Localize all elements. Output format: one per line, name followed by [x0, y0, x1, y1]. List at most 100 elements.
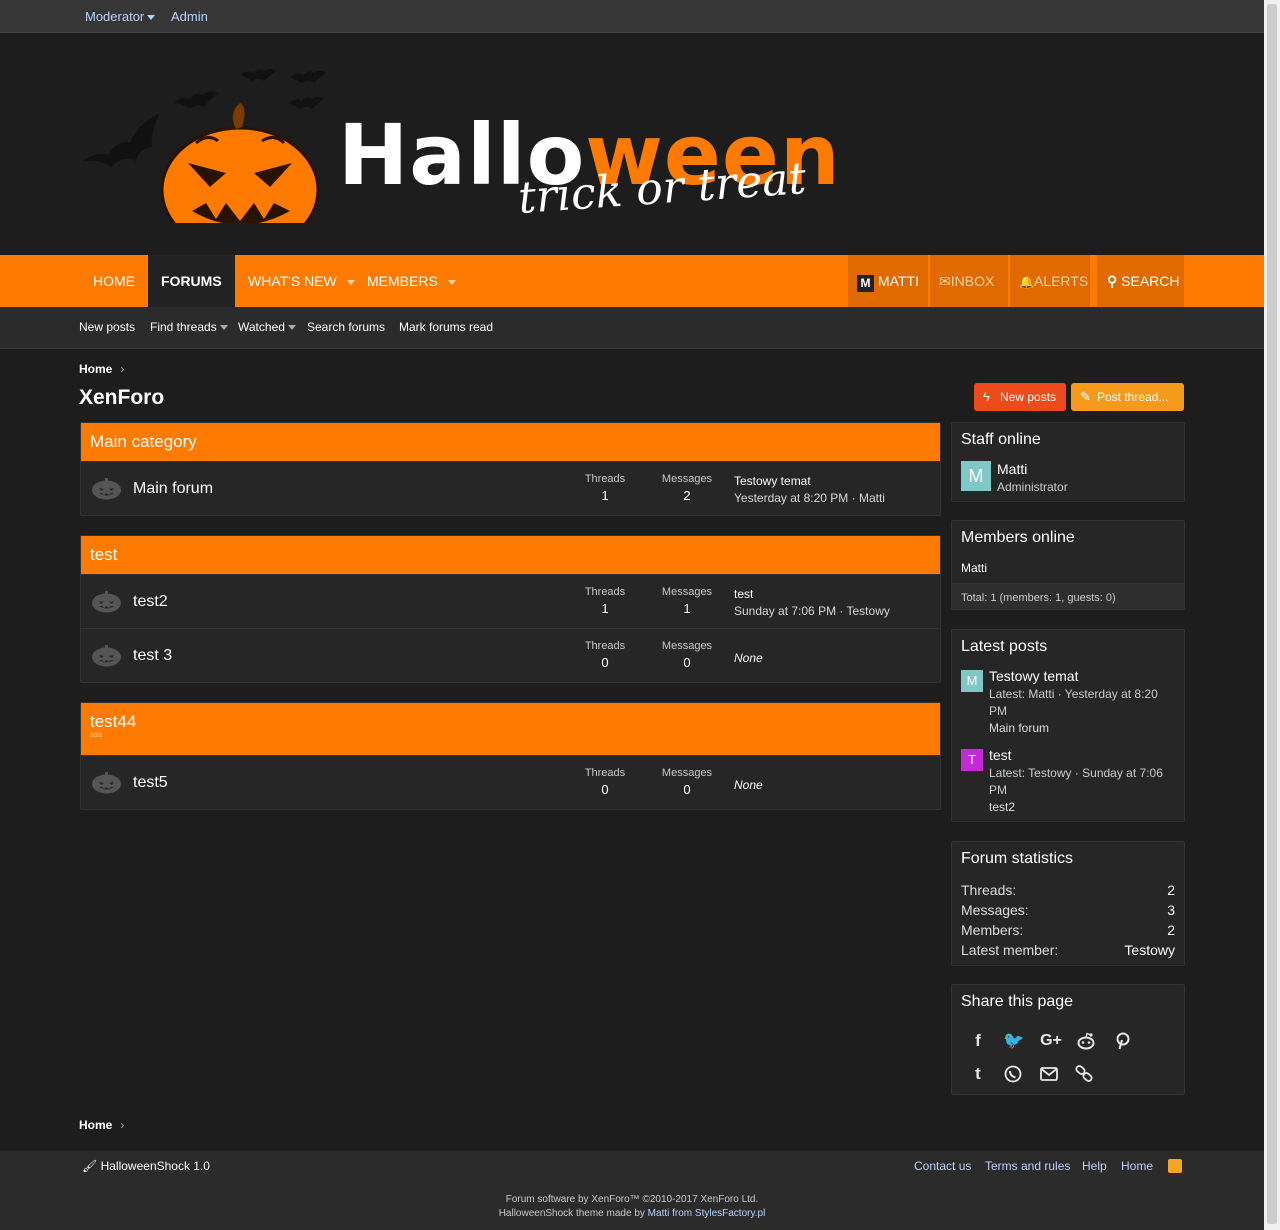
style-chooser[interactable]: 🖌 HalloweenShock 1.0 [82, 1159, 210, 1173]
forum-title[interactable]: test 3 [133, 647, 172, 665]
forum-node: test 3 Threads 0 Messages 0 None [81, 628, 940, 682]
messages-count: 1 [683, 601, 691, 616]
alerts-label: ALERTS [1033, 273, 1089, 289]
subnav-watched[interactable]: Watched [238, 320, 296, 334]
footer-help-link[interactable]: Help [1082, 1159, 1107, 1173]
widget-title: Latest posts [961, 638, 1048, 655]
stat-value: 2 [1167, 882, 1175, 898]
chevron-right-icon: › [120, 362, 125, 376]
scrollbar-thumb[interactable] [1267, 4, 1277, 1224]
theme-credit-text: HalloweenShock theme made by [498, 1208, 648, 1219]
last-post-title[interactable]: test [734, 587, 890, 601]
pumpkin-forum-icon [92, 645, 121, 667]
google-plus-icon[interactable]: G+ [1036, 1031, 1066, 1051]
main-nav: HOME FORUMS WHAT'S NEW MEMBERS M MATTI ✉I… [0, 255, 1264, 307]
subnav-mark-read[interactable]: Mark forums read [399, 320, 493, 334]
tumblr-icon[interactable]: t [968, 1064, 988, 1084]
widget-title: Share this page [961, 993, 1074, 1010]
breadcrumb-home[interactable]: Home [79, 1118, 112, 1132]
forum-title[interactable]: test5 [133, 774, 168, 792]
messages-label: Messages [661, 767, 713, 779]
new-posts-button[interactable]: ϟ New posts [974, 383, 1066, 411]
reddit-icon[interactable] [1076, 1031, 1096, 1051]
widget-title: Members online [961, 529, 1075, 546]
account-name: MATTI [878, 273, 919, 289]
widget-title: Forum statistics [961, 850, 1074, 867]
pumpkin-forum-icon [92, 478, 121, 500]
tab-home[interactable]: HOME [80, 255, 148, 307]
post-thread-button[interactable]: ✎ Post thread... [1071, 383, 1184, 411]
latest-member-link[interactable]: Testowy [1124, 942, 1175, 958]
admin-link[interactable]: Admin [171, 9, 208, 24]
tab-whats-new-label: WHAT'S NEW [248, 273, 337, 289]
subnav-new-posts[interactable]: New posts [79, 320, 135, 334]
widget-title: Staff online [961, 431, 1041, 448]
stat-row: Messages: 3 [952, 902, 1184, 922]
messages-stat: Messages 1 [652, 586, 722, 616]
facebook-icon[interactable]: f [968, 1031, 988, 1051]
footer-terms-link[interactable]: Terms and rules [985, 1159, 1070, 1173]
alerts-link[interactable]: 🔔ALERTS [1010, 255, 1090, 307]
category-title: Main category [90, 432, 197, 451]
chevron-down-icon [219, 325, 228, 331]
category-description: sss [90, 730, 102, 739]
site-logo[interactable]: Halloween trick or treat [78, 63, 840, 224]
avatar[interactable]: M [961, 670, 983, 692]
forum-title[interactable]: Main forum [133, 480, 213, 498]
threads-label: Threads [584, 473, 626, 485]
search-icon: ⚲ [1107, 273, 1118, 289]
footer-home-link[interactable]: Home [1121, 1159, 1153, 1173]
online-member[interactable]: Matti [961, 561, 987, 575]
staff-bar: Moderator Admin [0, 0, 1264, 33]
tab-forums[interactable]: FORUMS [148, 255, 235, 307]
stat-label: Messages: [961, 902, 1029, 918]
category-header[interactable]: Main category [81, 423, 940, 461]
subnav-search-forums[interactable]: Search forums [307, 320, 385, 334]
email-icon[interactable] [1039, 1064, 1059, 1084]
stat-row: Latest member: Testowy [952, 942, 1184, 962]
avatar[interactable]: T [961, 749, 983, 771]
chevron-down-icon [147, 15, 156, 21]
twitter-icon[interactable]: 🐦 [1003, 1031, 1024, 1051]
forum-title[interactable]: test2 [133, 593, 168, 611]
staff-name[interactable]: Matti [997, 461, 1027, 477]
footer-contact-link[interactable]: Contact us [914, 1159, 971, 1173]
latest-post-forum[interactable]: Main forum [989, 721, 1049, 735]
forum-statistics-widget: Forum statistics Threads: 2 Messages: 3 Me… [951, 841, 1185, 966]
new-posts-label: New posts [1000, 390, 1057, 404]
last-post-title[interactable]: Testowy temat [734, 474, 885, 488]
page-scrollbar[interactable] [1264, 0, 1280, 1230]
threads-stat: Threads 1 [570, 586, 640, 616]
pinterest-icon[interactable] [1113, 1031, 1133, 1051]
subnav-find-threads[interactable]: Find threads [150, 320, 228, 334]
search-link[interactable]: ⚲ SEARCH [1097, 255, 1184, 307]
tab-whats-new[interactable]: WHAT'S NEW [235, 255, 368, 307]
inbox-link[interactable]: ✉INBOX [930, 255, 1008, 307]
latest-post-title[interactable]: Testowy temat [989, 668, 1078, 684]
theme-credit-link[interactable]: Matti from StylesFactory.pl [648, 1208, 766, 1219]
threads-count: 0 [601, 655, 609, 670]
breadcrumb-home[interactable]: Home [79, 362, 112, 376]
find-threads-label: Find threads [150, 320, 217, 334]
latest-post-title[interactable]: test [989, 747, 1012, 763]
account-menu[interactable]: M MATTI [848, 255, 928, 307]
link-icon[interactable] [1074, 1064, 1094, 1084]
moderator-menu[interactable]: Moderator [85, 9, 156, 24]
category-header[interactable]: test [81, 536, 940, 574]
messages-stat: Messages 0 [652, 767, 722, 797]
messages-count: 0 [683, 655, 691, 670]
latest-post-meta-time: PM [989, 704, 1007, 718]
last-post-meta: Yesterday at 8:20 PM · Matti [734, 491, 885, 505]
copyright: Forum software by XenForo™ ©2010-2017 Xe… [505, 1194, 759, 1205]
stat-label: Threads: [961, 882, 1017, 898]
whatsapp-icon[interactable] [1003, 1064, 1023, 1084]
category-header[interactable]: test44 sss [81, 703, 940, 755]
sub-nav: New posts Find threads Watched Search fo… [0, 307, 1264, 349]
latest-post-forum[interactable]: test2 [989, 800, 1015, 814]
forum-node: test2 Threads 1 Messages 1 test Sunday at 7… [81, 574, 940, 628]
rss-icon[interactable] [1168, 1159, 1182, 1173]
avatar[interactable]: M [961, 461, 991, 491]
edit-icon: ✎ [1080, 389, 1091, 404]
last-post: test Sunday at 7:06 PM · Testowy [734, 587, 890, 618]
tab-members[interactable]: MEMBERS [354, 255, 469, 307]
